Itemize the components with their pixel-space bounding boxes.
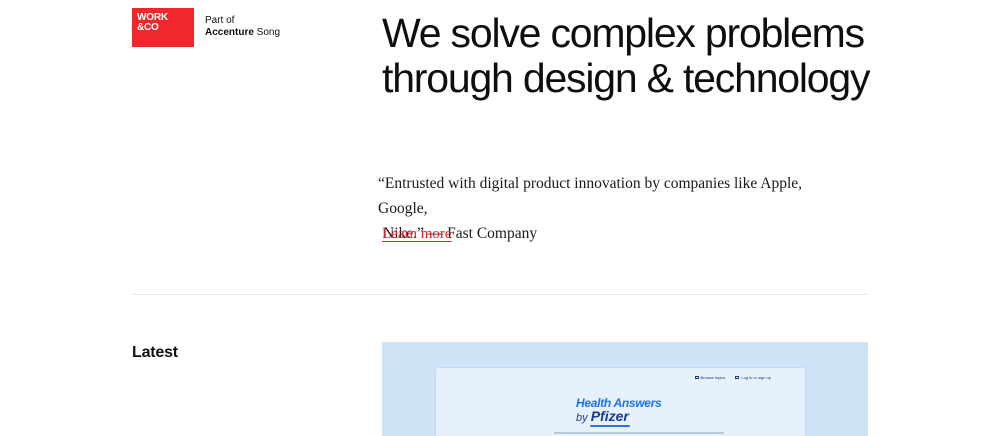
mock-nav-browse: Browse topics [694,375,726,380]
pfizer-underline [590,425,630,427]
learn-more-link[interactable]: Learn more [382,226,452,243]
parent-company: Accenture Song [205,27,280,38]
part-of-label: Part of [205,15,235,26]
latest-heading: Latest [132,344,178,361]
page: WORK &CO Part of Accenture Song We solve… [0,0,1000,436]
by-label: by [576,412,591,424]
mock-nav: Browse topics Log in or sign up [694,375,771,380]
mock-nav-browse-label: Browse topics [700,375,726,380]
section-divider [132,294,868,295]
logo-line-2: &CO [137,22,159,33]
quote-text: “Entrusted with digital product innovati… [378,175,803,217]
by-pfizer-logo: by Pfizer [576,408,629,426]
brand-affiliation: Part of Accenture Song [205,15,280,39]
work-and-co-logo[interactable]: WORK &CO [132,8,194,47]
mock-nav-login-label: Log in or sign up [741,375,771,380]
parent-company-rest: Song [253,27,281,38]
user-icon [735,376,740,379]
parent-company-bold: Accenture [205,27,254,38]
hero-title: We solve complex problems through design… [382,10,871,101]
mock-subtext [554,432,724,434]
project-screenshot: Browse topics Log in or sign up Health A… [436,368,805,436]
mock-nav-login: Log in or sign up [735,375,771,380]
featured-project-card[interactable]: Browse topics Log in or sign up Health A… [382,342,868,436]
pfizer-wordmark: Pfizer [590,408,629,424]
browse-icon [694,376,699,379]
